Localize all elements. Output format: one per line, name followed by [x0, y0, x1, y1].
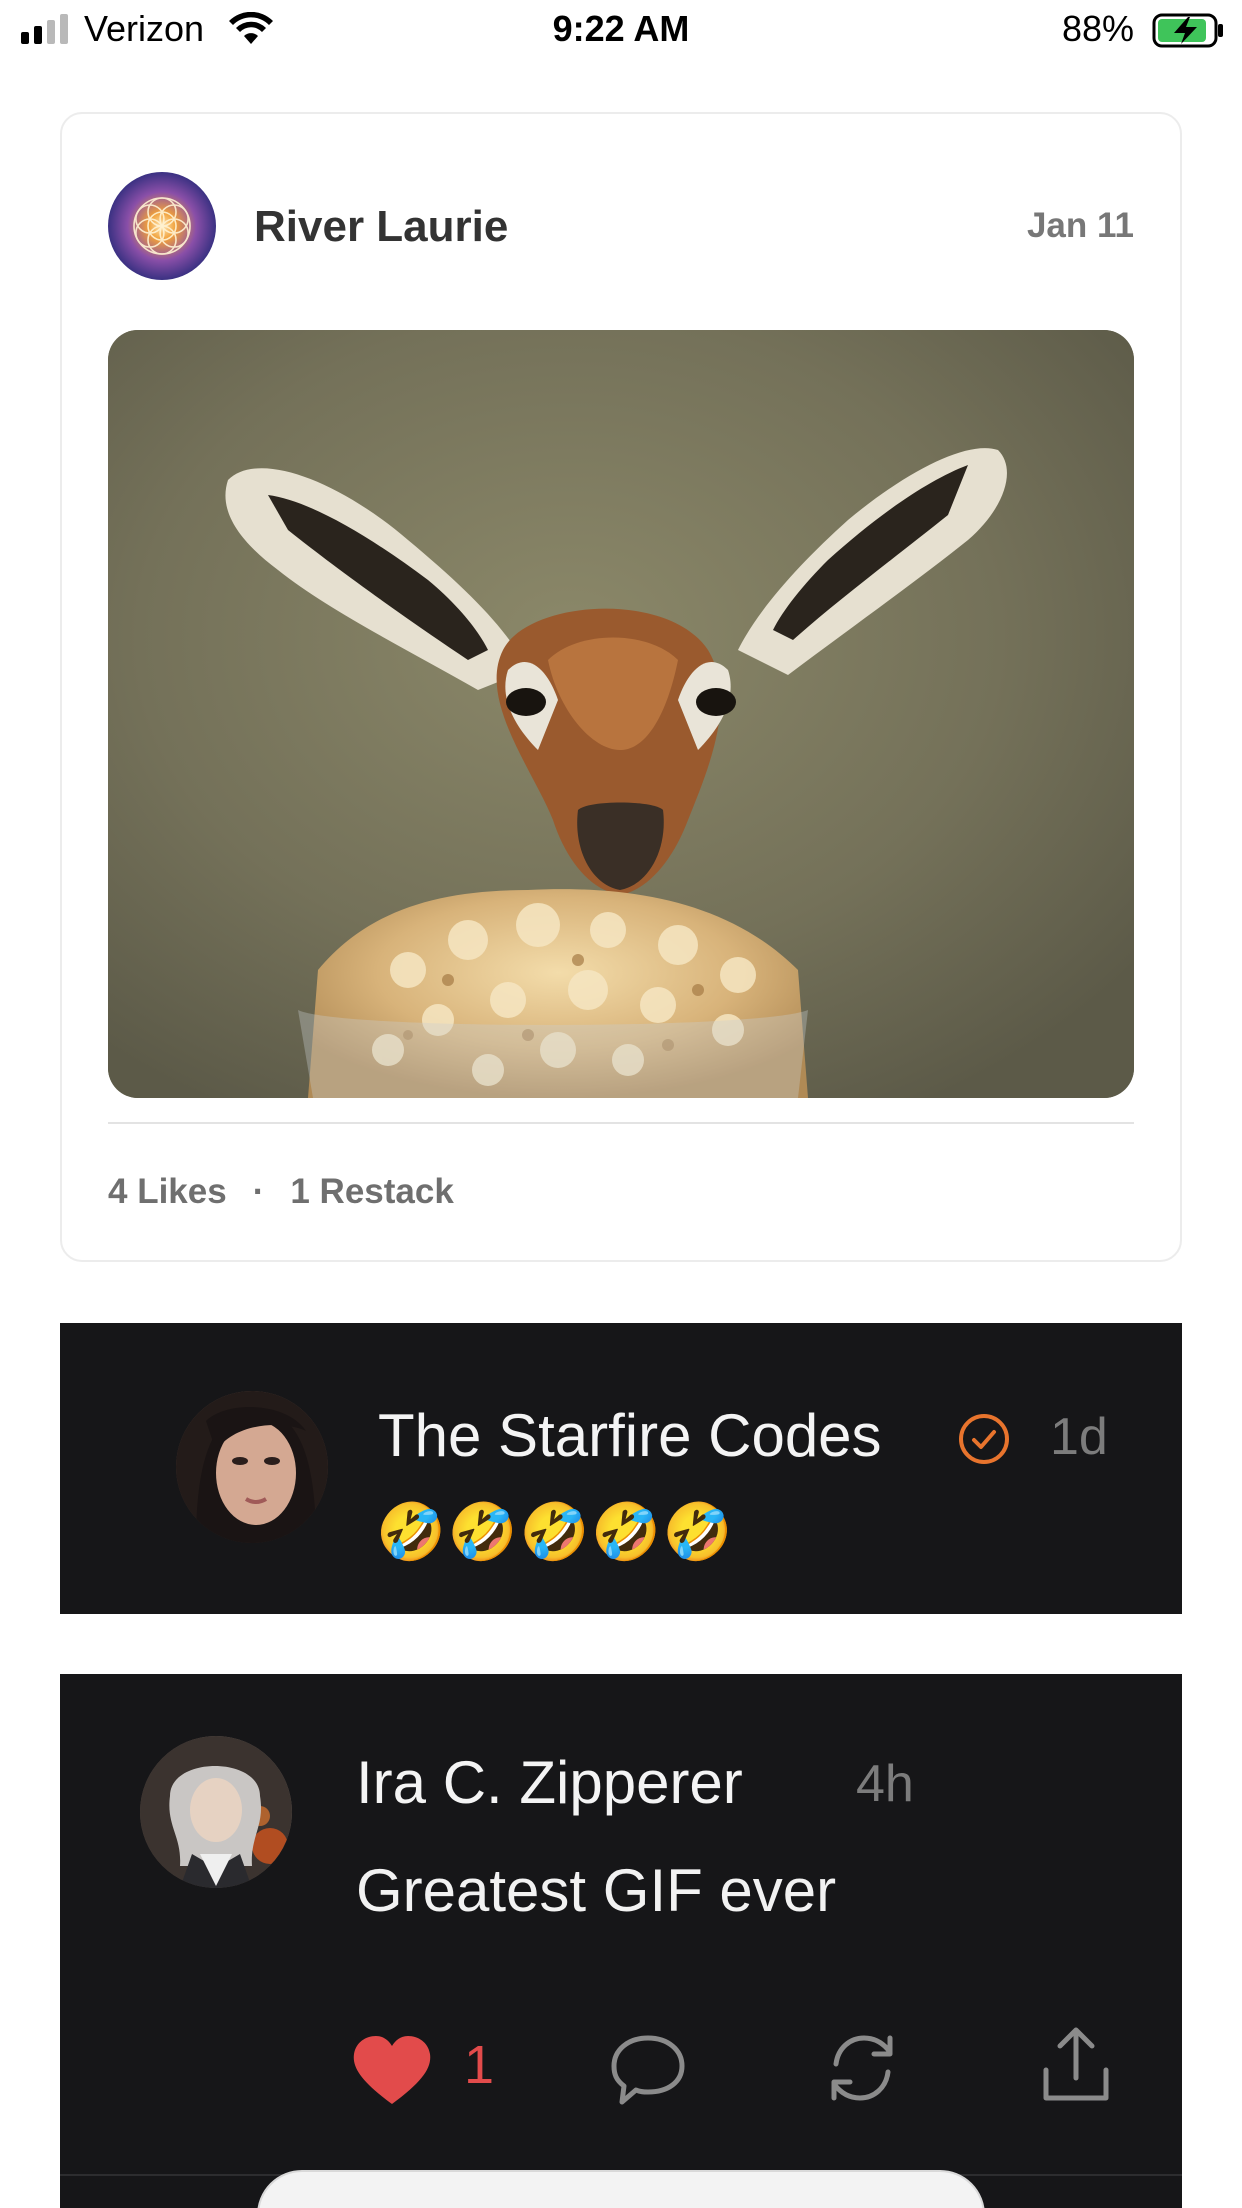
- post-card[interactable]: River Laurie Jan 11 4 Likes · 1 Restack: [60, 112, 1182, 1262]
- commenter-name[interactable]: Ira C. Zipperer: [356, 1748, 743, 1817]
- like-count: 1: [464, 2035, 495, 2095]
- battery-percentage: 88%: [1062, 8, 1135, 49]
- author-name[interactable]: River Laurie: [254, 202, 508, 252]
- anime-character-portrait-image: [140, 1736, 292, 1888]
- verified-badge-icon: [959, 1414, 1009, 1464]
- comment-actions: 1: [60, 1994, 1182, 2114]
- status-bar: Verizon 9:22 AM 88%: [0, 0, 1242, 62]
- comment-timestamp: 1d: [1050, 1408, 1108, 1466]
- post-date: Jan 11: [1026, 206, 1134, 245]
- comment-body: 🤣🤣🤣🤣🤣: [376, 1500, 735, 1563]
- likes-count[interactable]: 4 Likes: [108, 1172, 227, 1212]
- commenter-avatar[interactable]: [176, 1391, 328, 1543]
- status-time: 9:22 AM: [552, 8, 690, 49]
- author-avatar[interactable]: [108, 172, 216, 280]
- comment-card[interactable]: The Starfire Codes 1d 🤣🤣🤣🤣🤣: [60, 1323, 1182, 1614]
- post-stats: 4 Likes · 1 Restack: [108, 1172, 454, 1212]
- reply-comment-icon[interactable]: [608, 2030, 688, 2110]
- card-divider: [108, 1122, 1134, 1124]
- post-gif-image[interactable]: [108, 330, 1134, 1098]
- share-upload-icon[interactable]: [1036, 2024, 1116, 2108]
- commenter-name[interactable]: The Starfire Codes: [378, 1401, 882, 1470]
- commenter-avatar[interactable]: [140, 1736, 292, 1888]
- comment-card[interactable]: Ira C. Zipperer 4h Greatest GIF ever 1: [60, 1674, 1182, 2208]
- stats-separator: ·: [252, 1172, 265, 1211]
- bottom-sheet-handle[interactable]: [257, 2170, 985, 2208]
- battery-charging-icon: [1152, 13, 1223, 48]
- like-heart-icon[interactable]: [352, 2036, 432, 2106]
- screen: Verizon 9:22 AM 88% River Laurie Jan 11 …: [0, 0, 1242, 2208]
- comment-timestamp: 4h: [856, 1755, 914, 1813]
- deer-eating-popcorn-image: [108, 330, 1134, 1098]
- woman-portrait-image: [176, 1391, 328, 1543]
- flower-of-life-icon: [133, 197, 191, 255]
- restack-icon[interactable]: [822, 2028, 902, 2108]
- restacks-count[interactable]: 1 Restack: [290, 1172, 453, 1212]
- comment-body: Greatest GIF ever: [356, 1857, 837, 1924]
